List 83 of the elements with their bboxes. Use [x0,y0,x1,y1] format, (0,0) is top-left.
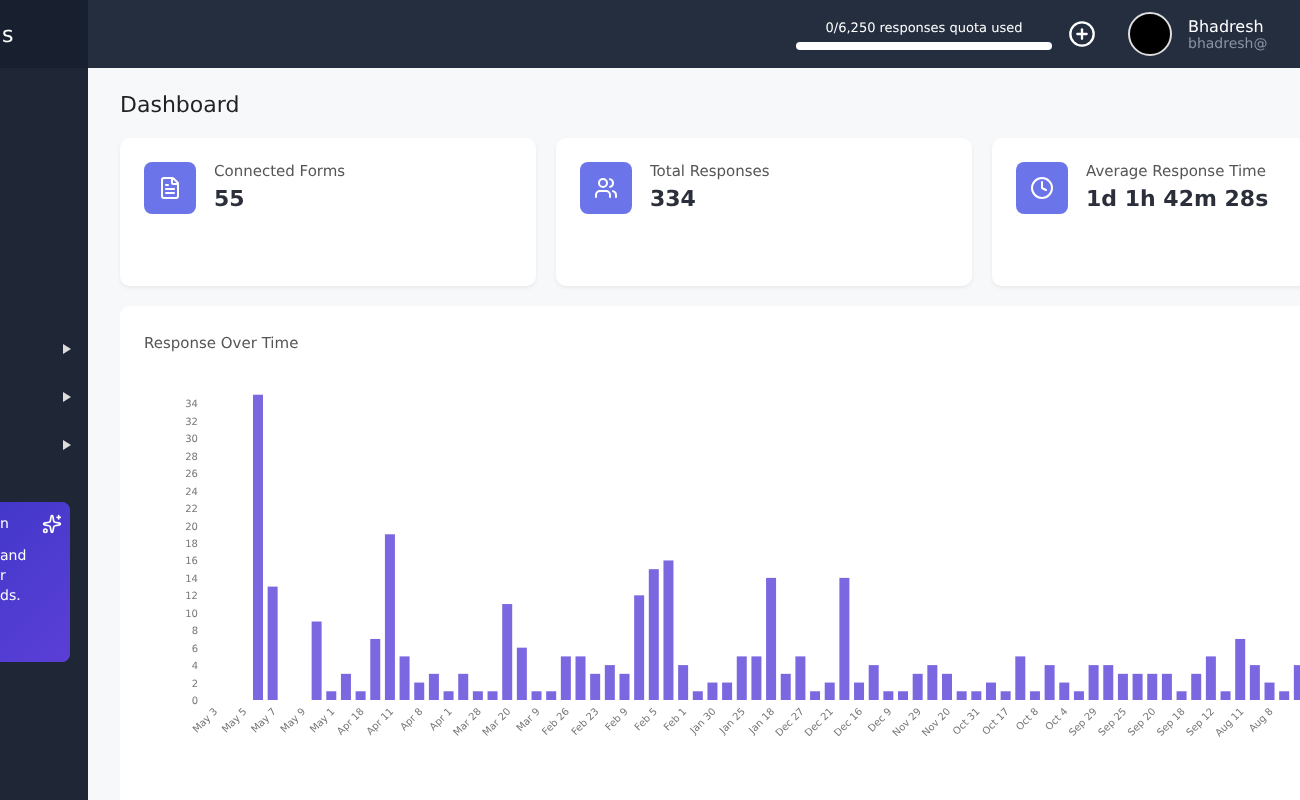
people-icon [580,162,632,214]
chart-bar [927,665,938,700]
chart-bar [560,656,571,700]
document-icon [144,162,196,214]
chart-bar [883,691,894,700]
caret-icon[interactable] [62,392,72,402]
chart-bar [575,656,586,700]
chart-bar [355,691,366,700]
chart-bar [531,691,542,700]
chart-bar [678,665,689,700]
chart-bar [1117,673,1128,700]
chart-bar [1029,691,1040,700]
stat-value: 334 [650,186,698,212]
chart-bar [751,656,762,700]
stat-value: 55 [214,186,247,212]
page-title: Dashboard [120,92,242,118]
chart-bar [1293,665,1300,700]
brand-name: s [2,21,14,47]
chart-bar [1249,665,1260,700]
chart-bar [854,682,865,700]
chart-bar [1161,673,1172,700]
chart-bar [458,673,469,700]
chart-bar [1015,656,1026,700]
chart-bar [502,604,513,700]
chart-bar [443,691,454,700]
clock-icon [1016,162,1068,214]
chart-bar [898,691,908,700]
chart-bar [1264,682,1275,700]
user-name: Bhadresh [1188,17,1266,35]
chart-bar [1176,691,1187,700]
chart-bar [736,656,747,700]
chart-bar [1044,665,1055,700]
chart-bar [472,691,483,700]
chart-bar [604,665,615,700]
chart-bar [326,691,337,700]
chart-bar [707,682,718,700]
chart-bar [619,673,630,700]
stat-value: 1d 1h 42m 28s [1086,186,1269,212]
chart-bar [795,656,806,700]
chart-bar [267,586,278,700]
chart-bar [766,577,777,700]
chart-bar [839,577,850,700]
chart-bar [986,682,996,700]
chart-bar [414,682,425,700]
chart-bar [780,673,791,700]
chart-bar [663,560,674,700]
chart-bar [1220,691,1231,700]
caret-icon[interactable] [62,440,72,450]
chart-bar [1088,665,1099,700]
chart-bar [1132,673,1143,700]
chart-bar [722,682,733,700]
chart-bar [428,673,439,700]
chart-bar [370,638,381,700]
chart-bar [487,691,498,700]
chart-bar [1191,673,1202,700]
chart-bar [1059,682,1070,700]
chart-bar [311,621,322,700]
chart-bar [590,673,601,700]
chart-bar [942,673,952,700]
sparkle-icon [42,514,62,534]
chart-bar [1147,673,1158,700]
chart-bar [1205,656,1216,700]
caret-icon[interactable] [62,344,72,354]
chart-bar [824,682,835,700]
chart-bar [912,673,923,700]
chart-bar [1073,691,1084,700]
chart-bar [692,691,703,700]
chart-bar [1279,691,1290,700]
chart-bar [634,595,645,700]
chart-bar [340,673,351,700]
chart-bar [810,691,821,700]
chart-bar [546,691,557,700]
chart-bar [956,691,967,700]
chart-bar [399,656,410,700]
chart-bar [971,691,982,700]
chart-bar [1103,665,1114,700]
chart-bar [1235,638,1246,700]
user-avatar[interactable] [1128,12,1172,56]
chart-bar [1000,691,1011,700]
chart-bar [868,665,879,700]
add-icon[interactable] [1068,20,1096,48]
chart-bar [648,569,659,700]
chart-bar [516,647,527,700]
